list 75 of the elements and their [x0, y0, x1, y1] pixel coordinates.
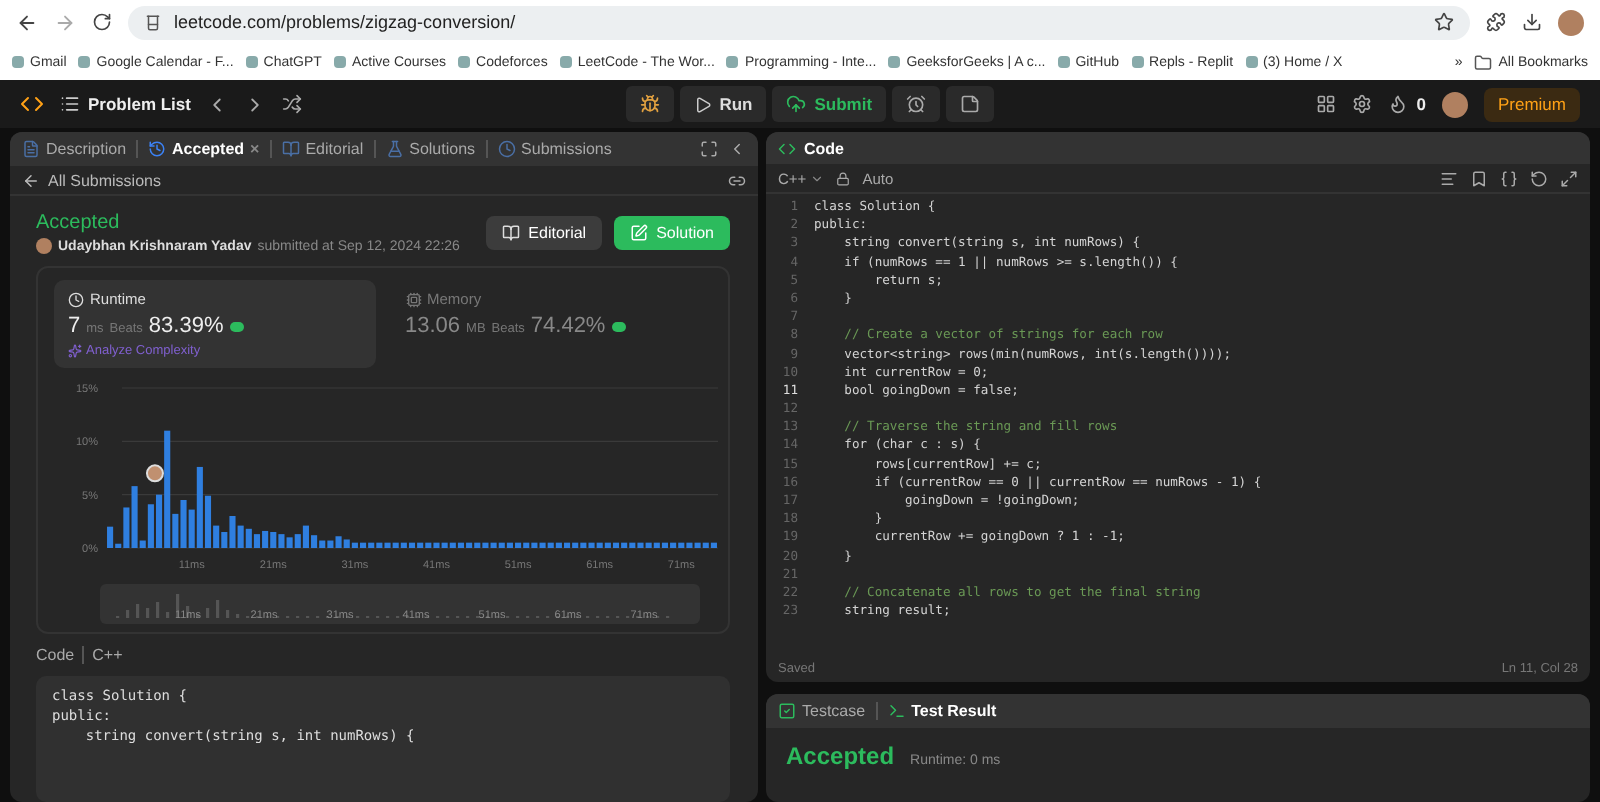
link-icon[interactable] — [728, 171, 746, 189]
extensions-icon[interactable] — [1486, 12, 1506, 32]
submit-button[interactable]: Submit — [772, 86, 887, 122]
alarm-clock-icon — [906, 94, 927, 114]
language-label: C++ — [92, 646, 123, 664]
expand-icon[interactable] — [1560, 169, 1578, 187]
tab-icon — [887, 702, 906, 720]
verdict-text: Accepted — [36, 212, 122, 234]
tab-icon — [778, 702, 796, 720]
code-icon — [778, 139, 796, 157]
bookmark-icon[interactable] — [1470, 169, 1488, 187]
problem-list-button[interactable]: Problem List — [60, 94, 191, 114]
avatar-marker — [145, 464, 164, 483]
back-arrow-icon — [22, 171, 40, 189]
tab-icon — [385, 140, 404, 158]
panel-tab[interactable]: Accepted × — [148, 140, 260, 158]
chevron-down-icon — [810, 171, 825, 185]
panel-tab[interactable]: Solutions — [385, 140, 476, 158]
maximize-icon[interactable] — [700, 140, 718, 158]
panel-tab[interactable]: Editorial — [281, 140, 364, 158]
sparkles-icon — [68, 344, 82, 358]
tab-icon — [22, 140, 40, 158]
tab-icon — [281, 140, 300, 158]
braces-icon[interactable] — [1500, 169, 1518, 187]
bookmark-star-icon[interactable] — [1434, 12, 1454, 32]
lock-icon — [836, 171, 851, 185]
verdict-text: Accepted — [786, 742, 895, 770]
reset-icon[interactable] — [1530, 169, 1548, 187]
streak-counter[interactable]: 0 — [1388, 94, 1426, 114]
code-label: Code — [36, 646, 75, 664]
panel-tab[interactable]: Description — [22, 140, 127, 158]
user-avatar — [36, 238, 52, 254]
editorial-button[interactable]: Editorial — [486, 216, 603, 250]
premium-button[interactable]: Premium — [1483, 87, 1580, 121]
notes-button[interactable] — [946, 86, 995, 122]
reload-icon[interactable] — [92, 12, 112, 32]
play-icon — [693, 95, 712, 113]
profile-avatar[interactable] — [1558, 9, 1584, 35]
debug-button[interactable] — [625, 86, 674, 122]
timer-button[interactable] — [892, 86, 941, 122]
close-icon[interactable]: × — [250, 140, 260, 158]
badge-icon — [611, 322, 626, 332]
panel-tab[interactable]: Test Result — [887, 702, 997, 720]
list-icon — [60, 94, 80, 114]
bug-icon — [639, 94, 660, 114]
note-icon — [960, 94, 981, 114]
badge-icon — [229, 322, 244, 332]
panel-tab[interactable]: Submissions — [497, 140, 612, 158]
stat-value: 7 — [68, 314, 81, 338]
run-button[interactable]: Run — [679, 86, 767, 122]
folder-icon — [1474, 53, 1493, 71]
beats-percent: 83.39% — [148, 314, 224, 338]
settings-icon[interactable] — [1352, 94, 1373, 114]
collapse-icon[interactable] — [728, 140, 746, 158]
editor-title: Code — [804, 139, 844, 157]
stat-value: 13.06 — [405, 314, 461, 338]
format-icon[interactable] — [1440, 169, 1458, 187]
tab-icon — [148, 140, 167, 158]
flame-icon — [1388, 94, 1409, 114]
download-icon[interactable] — [1522, 12, 1542, 32]
address-bar[interactable]: leetcode.com/problems/zigzag-conversion/ — [128, 5, 1470, 39]
cloud-upload-icon — [786, 94, 807, 114]
stat-icon — [405, 291, 421, 307]
logo-icon[interactable] — [20, 92, 44, 116]
book-icon — [502, 224, 521, 242]
panel-tab[interactable]: Testcase — [778, 702, 866, 720]
tab-icon — [497, 140, 516, 158]
grid-icon[interactable] — [1316, 94, 1337, 114]
shuffle-icon[interactable] — [282, 94, 303, 114]
edit-icon — [630, 224, 649, 242]
back-arrow-icon[interactable] — [16, 11, 38, 33]
beats-percent: 74.42% — [530, 314, 606, 338]
user-avatar[interactable] — [1441, 91, 1468, 117]
stat-icon — [68, 291, 84, 307]
all-submissions-link[interactable]: All Submissions — [22, 171, 161, 189]
